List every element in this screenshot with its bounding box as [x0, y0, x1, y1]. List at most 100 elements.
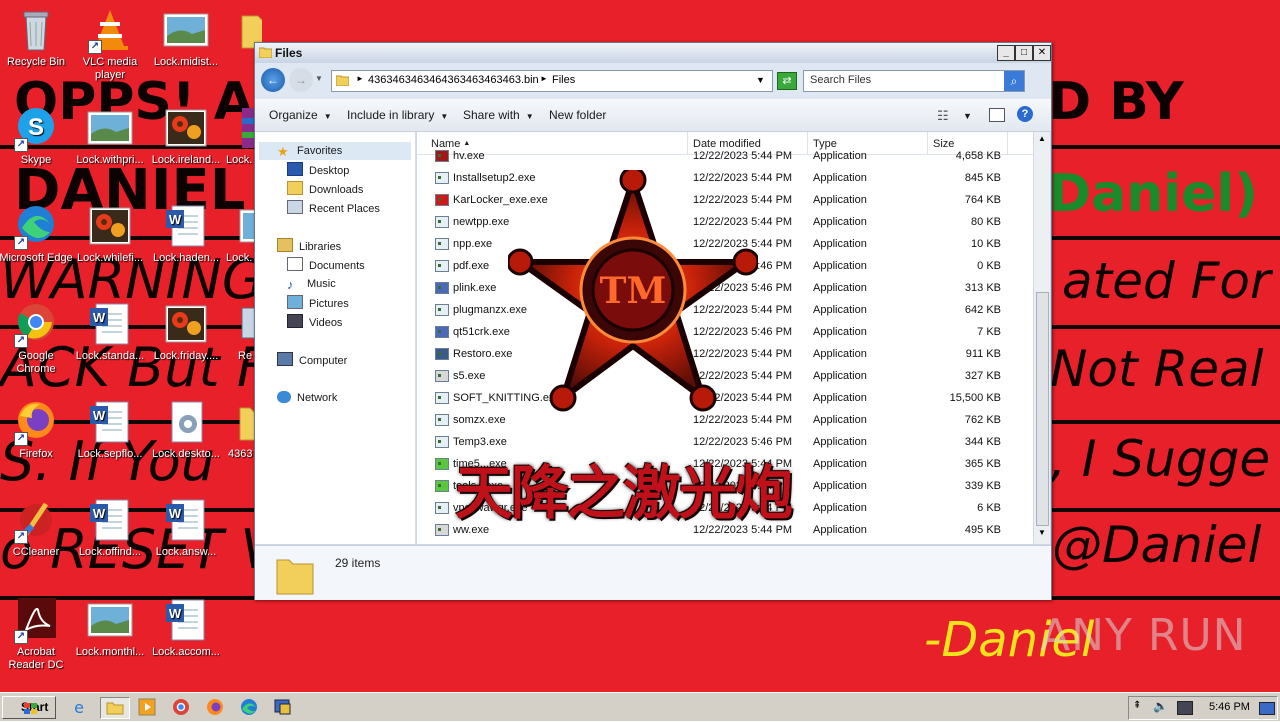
- desktop-icon-lock-withpri[interactable]: Lock.withpri...: [72, 104, 148, 167]
- desktop-icon-recycle-bin[interactable]: Recycle Bin: [0, 6, 74, 69]
- search-box[interactable]: Search Files ⌕: [803, 70, 1025, 92]
- application-file-icon: [435, 524, 449, 536]
- desktop-icon-lock-answ[interactable]: W Lock.answ...: [148, 496, 224, 559]
- organize-button[interactable]: Organize ▼: [269, 108, 332, 122]
- desktop-icon-ccleaner[interactable]: ↗ CCleaner: [0, 496, 74, 559]
- desktop-icon-lock-partial-2[interactable]: Lock.: [212, 202, 254, 265]
- nav-pictures[interactable]: Pictures: [287, 295, 349, 311]
- file-type: Application: [813, 216, 867, 228]
- desktop-icon-4363-partial[interactable]: 4363: [212, 398, 254, 461]
- computer-icon: [277, 352, 293, 366]
- desktop-icon-skype[interactable]: S ↗ Skype: [0, 104, 74, 167]
- vertical-scrollbar[interactable]: ▲ ▼: [1033, 132, 1050, 544]
- address-dropdown-icon[interactable]: ▼: [756, 75, 765, 85]
- nav-recent-places[interactable]: Recent Places: [287, 200, 380, 216]
- nav-music[interactable]: ♪ Music: [287, 276, 336, 292]
- search-icon[interactable]: ⌕: [1004, 71, 1024, 91]
- desktop-icon-lock-midist[interactable]: Lock.midist...: [148, 6, 224, 69]
- nav-videos[interactable]: Videos: [287, 314, 342, 330]
- file-name: pdf.exe: [453, 260, 490, 272]
- desktop-icon-lock-sepflo[interactable]: W Lock.sepflo...: [72, 398, 148, 461]
- chrome-taskbar-icon[interactable]: [170, 697, 192, 717]
- image-icon: [86, 596, 134, 644]
- recent-pages-dropdown-icon[interactable]: ▼: [315, 74, 323, 83]
- nav-computer[interactable]: Computer: [277, 352, 347, 368]
- file-type: Application: [813, 150, 867, 162]
- address-field[interactable]: ► 4363463463464363463463463.bin ► Files …: [331, 70, 773, 92]
- breadcrumb-path[interactable]: 4363463463464363463463463.bin: [368, 74, 539, 86]
- desktop-icon-chrome[interactable]: ↗ Google Chrome: [0, 300, 74, 376]
- share-with-button[interactable]: Share with ▼: [463, 108, 534, 122]
- network-tray-icon[interactable]: [1177, 701, 1193, 715]
- volume-icon[interactable]: 🔈: [1153, 699, 1168, 713]
- show-desktop-icon[interactable]: [1259, 702, 1275, 715]
- nav-desktop[interactable]: Desktop: [287, 162, 349, 178]
- help-icon[interactable]: ?: [1017, 106, 1033, 122]
- address-bar-row: ← → ▼ ► 4363463463464363463463463.bin ► …: [255, 63, 1051, 99]
- explorer-taskbar-icon[interactable]: [100, 697, 130, 719]
- ie-taskbar-icon[interactable]: e: [68, 697, 90, 717]
- scroll-thumb[interactable]: [1036, 292, 1049, 526]
- forward-button[interactable]: →: [289, 68, 313, 92]
- nav-favorites[interactable]: ★ Favorites: [277, 143, 342, 159]
- desktop-icon-lock-partial[interactable]: Lock.: [212, 104, 254, 167]
- music-icon: ♪: [287, 277, 294, 292]
- file-date: 12/22/2023 5:44 PM: [693, 150, 793, 162]
- file-size: 344 KB: [964, 436, 1001, 448]
- preview-pane-icon[interactable]: [989, 108, 1005, 122]
- include-in-library-button[interactable]: Include in library ▼: [347, 108, 448, 122]
- winrar-icon: [238, 104, 254, 152]
- nav-documents[interactable]: Documents: [287, 257, 365, 273]
- show-hidden-icons-icon[interactable]: ⇞: [1133, 700, 1141, 711]
- refresh-button[interactable]: ⇄: [777, 72, 797, 90]
- file-row[interactable]: hv.exe 12/22/2023 5:44 PM Application 4,658…: [417, 146, 1033, 168]
- view-options-icon[interactable]: ☷: [937, 108, 949, 124]
- desktop-icon-re-partial[interactable]: Re: [212, 300, 254, 363]
- clock[interactable]: 5:46 PM: [1209, 701, 1250, 713]
- star-icon: ★: [277, 144, 289, 159]
- taskbar: Start e ⇞ 🔈 5:46 PM: [0, 692, 1280, 721]
- firefox-taskbar-icon[interactable]: [204, 697, 226, 717]
- title-bar[interactable]: Files _ □ ✕: [255, 43, 1051, 63]
- maximize-button[interactable]: □: [1015, 45, 1033, 61]
- breadcrumb-current[interactable]: Files: [552, 74, 575, 86]
- word-doc-icon: W: [162, 596, 210, 644]
- search-placeholder: Search Files: [810, 74, 872, 86]
- view-dropdown-icon[interactable]: ▼: [963, 111, 972, 121]
- desktop-icon-vlc[interactable]: ↗ VLC media player: [72, 6, 148, 82]
- ccleaner-icon: ↗: [12, 496, 60, 544]
- close-button[interactable]: ✕: [1033, 45, 1051, 61]
- file-size: 0 KB: [977, 260, 1001, 272]
- file-type: Application: [813, 436, 867, 448]
- desktop-icon-lock-monthl[interactable]: Lock.monthl...: [72, 596, 148, 659]
- desktop-icon-acrobat[interactable]: ↗ Acrobat Reader DC: [0, 596, 74, 672]
- file-size: 495 KB: [964, 524, 1001, 536]
- breadcrumb-separator: ►: [540, 74, 548, 83]
- application-file-icon: [435, 304, 449, 316]
- scroll-up-icon[interactable]: ▲: [1036, 134, 1048, 146]
- desktop-icon-lock-offind[interactable]: W Lock.offind...: [72, 496, 148, 559]
- minimize-button[interactable]: _: [997, 45, 1015, 61]
- desktop-icon-firefox[interactable]: ↗ Firefox: [0, 398, 74, 461]
- file-type: Application: [813, 172, 867, 184]
- new-folder-button[interactable]: New folder: [549, 108, 606, 122]
- edge-taskbar-icon[interactable]: [238, 697, 260, 717]
- nav-libraries[interactable]: Libraries: [277, 238, 341, 254]
- nav-network[interactable]: Network: [277, 390, 337, 406]
- shortcut-arrow-icon: ↗: [88, 40, 102, 54]
- svg-text:W: W: [169, 212, 182, 227]
- start-button[interactable]: Start: [2, 696, 56, 719]
- media-player-taskbar-icon[interactable]: [136, 697, 158, 717]
- desktop-icon-edge[interactable]: ↗ Microsoft Edge: [0, 202, 74, 265]
- back-button[interactable]: ←: [261, 68, 285, 92]
- shortcut-arrow-icon: ↗: [14, 530, 28, 544]
- app-taskbar-icon[interactable]: [272, 697, 294, 717]
- desktop-icon-lock-standa[interactable]: W Lock.standa...: [72, 300, 148, 363]
- nav-downloads[interactable]: Downloads: [287, 181, 363, 197]
- desktop-icon-lock-accom[interactable]: W Lock.accom...: [148, 596, 224, 659]
- desktop-icon-lock-whilefi[interactable]: Lock.whilefi...: [72, 202, 148, 265]
- scroll-down-icon[interactable]: ▼: [1036, 528, 1048, 540]
- file-size: 642 KB: [964, 304, 1001, 316]
- folder-icon: [335, 74, 350, 87]
- recent-places-icon: [287, 200, 303, 214]
